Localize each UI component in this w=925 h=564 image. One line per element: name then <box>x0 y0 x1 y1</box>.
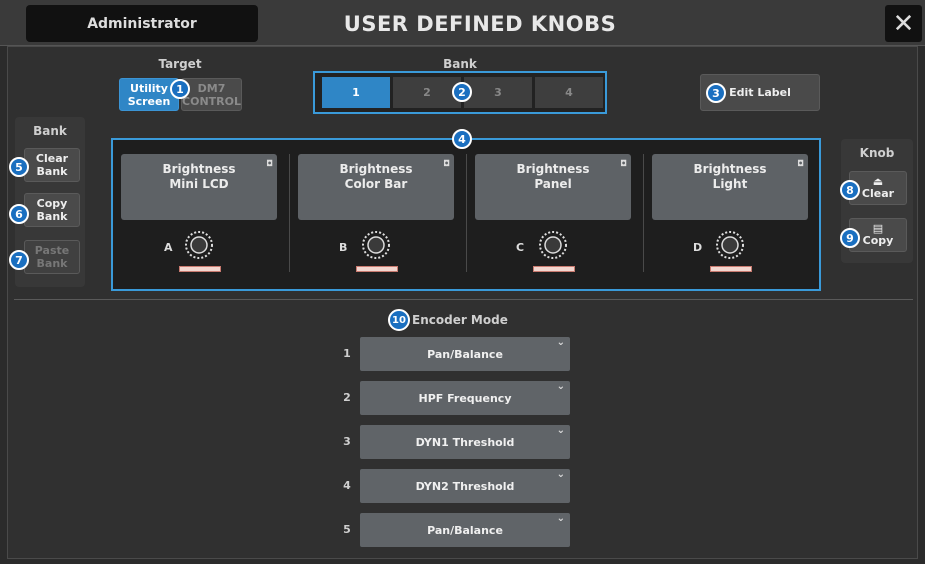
knob-function-label: Brightness Color Bar <box>339 162 413 191</box>
popup-icon: ◘ <box>266 159 273 168</box>
callout-badge: 10 <box>388 309 410 331</box>
callout-badge: 3 <box>706 83 726 103</box>
knob-letter: D <box>693 241 703 254</box>
encoder-mode-value: Pan/Balance <box>427 347 503 361</box>
callout-badge: 1 <box>170 79 190 99</box>
chevron-down-icon: ⌄ <box>556 513 565 524</box>
knob-function-button[interactable]: Brightness Color Bar ◘ <box>298 154 454 220</box>
encoder-row: 1 Pan/Balance ⌄ <box>337 337 571 371</box>
knob-function-label: Brightness Panel <box>516 162 590 191</box>
encoder-row: 4 DYN2 Threshold ⌄ <box>337 469 571 503</box>
knob-function-label: Brightness Mini LCD <box>162 162 236 191</box>
encoder-mode-dropdown[interactable]: DYN1 Threshold ⌄ <box>360 425 570 459</box>
encoder-number: 5 <box>343 523 351 536</box>
knob-indicator <box>179 266 221 272</box>
encoder-mode-value: HPF Frequency <box>418 391 512 405</box>
clear-icon: ⏏ <box>872 175 884 188</box>
callout-badge: 2 <box>452 82 472 102</box>
knob-function-button[interactable]: Brightness Panel ◘ <box>475 154 631 220</box>
page-title: USER DEFINED KNOBS <box>343 12 617 36</box>
target-dm7-control-button[interactable]: DM7 CONTROL <box>181 78 242 111</box>
bank-actions-label: Bank <box>33 124 67 138</box>
encoder-mode-label: Encoder Mode <box>412 313 508 327</box>
chevron-down-icon: ⌄ <box>556 425 565 436</box>
callout-badge: 6 <box>9 204 29 224</box>
close-button[interactable]: ✕ <box>885 5 922 42</box>
knob-icon[interactable] <box>714 229 746 261</box>
knob-clear-label: Clear <box>861 187 895 200</box>
callout-badge: 5 <box>9 157 29 177</box>
knob-letter: B <box>339 241 348 254</box>
bank-tab-1[interactable]: 1 <box>322 77 390 108</box>
callout-badge: 7 <box>9 250 29 270</box>
knob-icon[interactable] <box>360 229 392 261</box>
knob-indicator <box>710 266 752 272</box>
encoder-mode-dropdown[interactable]: DYN2 Threshold ⌄ <box>360 469 570 503</box>
encoder-mode-dropdown[interactable]: HPF Frequency ⌄ <box>360 381 570 415</box>
encoder-row: 2 HPF Frequency ⌄ <box>337 381 571 415</box>
bank-tab-3[interactable]: 3 <box>464 77 532 108</box>
encoder-mode-dropdown[interactable]: Pan/Balance ⌄ <box>360 337 570 371</box>
close-icon: ✕ <box>892 8 915 39</box>
encoder-row: 5 Pan/Balance ⌄ <box>337 513 571 547</box>
encoder-row: 3 DYN1 Threshold ⌄ <box>337 425 571 459</box>
section-divider <box>14 299 913 300</box>
target-utility-screen-button[interactable]: Utility Screen <box>119 78 179 111</box>
knob-slot-a: Brightness Mini LCD ◘ A <box>113 148 289 283</box>
knob-actions-label: Knob <box>859 146 895 160</box>
popup-icon: ◘ <box>443 159 450 168</box>
knob-assignment-area: Brightness Mini LCD ◘ A Brightness Color … <box>111 138 821 291</box>
encoder-number: 3 <box>343 435 351 448</box>
popup-icon: ◘ <box>797 159 804 168</box>
callout-badge: 9 <box>840 228 860 248</box>
encoder-number: 2 <box>343 391 351 404</box>
knob-icon[interactable] <box>537 229 569 261</box>
clear-bank-button[interactable]: Clear Bank <box>24 148 80 182</box>
knob-indicator <box>533 266 575 272</box>
user-label[interactable]: Administrator <box>26 5 258 42</box>
bank-tab-4[interactable]: 4 <box>535 77 603 108</box>
copy-bank-button[interactable]: Copy Bank <box>24 193 80 227</box>
chevron-down-icon: ⌄ <box>556 381 565 392</box>
chevron-down-icon: ⌄ <box>556 337 565 348</box>
copy-icon: ▤ <box>872 222 884 235</box>
bank-label: Bank <box>443 57 477 71</box>
knob-slot-d: Brightness Light ◘ D <box>644 148 820 283</box>
encoder-mode-value: Pan/Balance <box>427 523 503 537</box>
chevron-down-icon: ⌄ <box>556 469 565 480</box>
knob-letter: A <box>164 241 173 254</box>
knob-function-button[interactable]: Brightness Light ◘ <box>652 154 808 220</box>
knob-function-label: Brightness Light <box>693 162 767 191</box>
knob-slot-c: Brightness Panel ◘ C <box>467 148 643 283</box>
paste-bank-button[interactable]: Paste Bank <box>24 240 80 274</box>
popup-icon: ◘ <box>620 159 627 168</box>
knob-function-button[interactable]: Brightness Mini LCD ◘ <box>121 154 277 220</box>
encoder-mode-dropdown[interactable]: Pan/Balance ⌄ <box>360 513 570 547</box>
knob-slot-b: Brightness Color Bar ◘ B <box>290 148 466 283</box>
encoder-number: 1 <box>343 347 351 360</box>
encoder-mode-value: DYN2 Threshold <box>415 479 515 493</box>
knob-icon[interactable] <box>183 229 215 261</box>
knob-letter: C <box>516 241 525 254</box>
callout-badge: 4 <box>452 129 472 149</box>
callout-badge: 8 <box>840 180 860 200</box>
target-label: Target <box>158 57 202 71</box>
knob-indicator <box>356 266 398 272</box>
encoder-number: 4 <box>343 479 351 492</box>
knob-copy-label: Copy <box>862 234 894 247</box>
title-bar: Administrator USER DEFINED KNOBS ✕ <box>0 0 925 46</box>
encoder-mode-value: DYN1 Threshold <box>415 435 515 449</box>
bank-tab-2[interactable]: 2 <box>393 77 461 108</box>
